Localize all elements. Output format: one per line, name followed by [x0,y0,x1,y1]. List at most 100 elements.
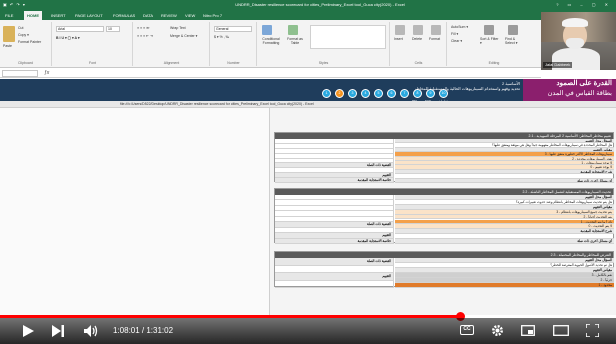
font-name-combo[interactable]: Arial [56,26,104,32]
alignment-buttons[interactable]: ≡ ≡ ≡ ≫ [137,26,150,30]
group-label-styles: Styles [318,61,329,65]
delete-cells-icon[interactable] [413,25,423,35]
format-button[interactable]: Format [429,37,440,41]
find-select-button[interactable]: Find & Select ▾ [505,37,525,45]
delete-button[interactable]: Delete [412,37,422,41]
tab-page-layout[interactable]: PAGE LAYOUT [72,11,106,20]
merge-center-button[interactable]: Merge & Center ▾ [170,34,197,38]
tab-formulas[interactable]: FORMULAS [110,11,138,20]
sort-filter-icon[interactable] [484,25,494,35]
card-left-row[interactable] [275,265,394,273]
quick-access-toolbar[interactable]: ▣ ↶ ↷ ▾ [3,0,26,10]
alignment-group: ≡ ≡ ≡ ≫ Wrap Text ≡ ≡ ≡ ⇤ ⇥ Merge & Cent… [134,22,210,66]
next-icon[interactable] [52,325,64,337]
editing-group: AutoSum ▾ Fill ▾ Clear ▾ Sort & Filter ▾… [448,22,540,66]
video-controls: 1:08:01 / 1:31:02 CC [0,318,616,344]
format-as-table-icon[interactable] [288,25,298,35]
card-right-row[interactable]: أي مسائل أخرى ذات صلة [395,239,614,244]
number-format-buttons[interactable]: $ ▾ % , ‰ [214,35,229,39]
fill-button[interactable]: Fill ▾ [451,32,458,36]
question-card: تحديث السيناريوهات المستقبلية لتشمل المخ… [274,188,614,244]
copy-button[interactable]: Copy ▾ [18,33,29,37]
essential-description: الأساسية 2 تحديد وفهم واستخدام السيناريو… [370,81,520,91]
clipboard-group: Paste Cut Copy ▾ Format Painter Clipboar… [0,22,52,66]
play-icon[interactable] [22,325,34,337]
question-card: التعرض للمخاطر والمخاطر المحتملة - 2.3 ال… [274,251,614,288]
window-title: UNDRR_Disaster resilience scorecard for … [235,2,405,7]
name-box[interactable] [2,70,38,77]
align-buttons-row2[interactable]: ≡ ≡ ≡ ⇤ ⇥ [137,34,153,38]
presenter-beard [566,38,584,49]
insert-button[interactable]: Insert [394,37,403,41]
webcam-overlay: Jalal Dabbeek [541,12,616,70]
window-controls[interactable]: ? ▭ – ▢ ✕ [556,0,612,10]
conditional-formatting-button[interactable]: Conditional Formatting [259,37,283,45]
group-label-editing: Editing [488,61,500,65]
insert-cells-icon[interactable] [395,25,405,35]
worksheet-area[interactable]: تقييم مخاطر المخاطر: الأساسية 2 المرحلة … [0,108,616,315]
group-label-cells: Cells [414,61,423,65]
captions-button[interactable]: CC [460,325,474,335]
cut-button[interactable]: Cut [18,26,23,30]
theater-mode-icon[interactable] [553,325,569,336]
format-cells-icon[interactable] [431,25,441,35]
font-group: Arial 10 B I U ▾ ▢ ▾ A ▾ Font [53,22,133,66]
volume-icon[interactable] [84,325,98,337]
time-display: 1:08:01 / 1:31:02 [113,326,174,335]
conditional-formatting-icon[interactable] [262,25,272,35]
tab-insert[interactable]: INSERT [48,11,69,20]
group-label-alignment: Alignment [163,61,180,65]
hyperlink-path: file:///c:/Users/D522/Desktop/UNDRR_Disa… [120,102,314,106]
group-label-clipboard: Clipboard [18,61,33,65]
miniplayer-icon[interactable] [521,325,535,336]
settings-gear-icon[interactable] [491,324,504,337]
card-left-row[interactable]: القضية ذات الصلة [275,258,394,266]
tab-nitro[interactable]: Nitro Pro 7 [200,11,225,20]
font-format-buttons[interactable]: B I U ▾ ▢ ▾ A ▾ [56,36,80,40]
sort-filter-button[interactable]: Sort & Filter ▾ [480,37,500,45]
paste-button[interactable]: Paste [3,44,12,48]
group-label-number: Number [227,61,240,65]
ribbon: Paste Cut Copy ▾ Format Painter Clipboar… [0,20,616,68]
question-card: تقييم مخاطر المخاطر: الأساسية 2 المرحلة … [274,132,614,183]
left-blank-pane[interactable] [0,108,270,315]
group-label-font: Font [88,61,96,65]
hyperlink-tooltip-bar: file:///c:/Users/D522/Desktop/UNDRR_Disa… [0,101,616,108]
formula-bar: ƒx [0,69,541,78]
find-select-icon[interactable] [508,25,518,35]
card-left-row[interactable] [275,280,394,288]
step-dot-1[interactable]: 1 [322,89,331,98]
autosum-button[interactable]: AutoSum ▾ [451,25,468,29]
excel-title-bar: ▣ ↶ ↷ ▾ UNDRR_Disaster resilience scorec… [0,0,616,10]
step-dot-4[interactable]: 4 [361,89,370,98]
dashboard-banner: 12345678PSI9SCS10تعليمات الأساسية 2 تحدي… [0,79,616,103]
format-as-table-button[interactable]: Format as Table [285,37,305,45]
tab-home[interactable]: HOME [24,11,42,20]
font-size-combo[interactable]: 10 [106,26,120,32]
card-left-row[interactable]: خلاصة الاستجابة المقدمة [275,178,394,183]
fullscreen-icon[interactable] [586,324,599,337]
cells-group: Insert Delete Format Cells [391,22,447,66]
scorecard-subtitle: بطاقة القياس في المدن [547,90,612,97]
format-painter-button[interactable]: Format Painter [18,40,41,44]
presenter-cap [562,18,588,27]
screen: ▣ ↶ ↷ ▾ UNDRR_Disaster resilience scorec… [0,0,616,344]
tab-file[interactable]: FILE [2,11,17,20]
card-left-row[interactable]: التقييم [275,273,394,281]
essential-title: تحديد وفهم واستخدام السيناريوهات الحالية… [414,86,520,91]
clear-button[interactable]: Clear ▾ [451,39,462,43]
ribbon-tabs: FILE HOME INSERT PAGE LAYOUT FORMULAS DA… [0,10,616,20]
card-right-row[interactable]: أي مسائل أخرى ذات صلة [395,178,614,183]
step-dot-2[interactable]: 2 [335,89,344,98]
step-dot-3[interactable]: 3 [348,89,357,98]
number-format-combo[interactable]: General [214,26,252,32]
tab-review[interactable]: REVIEW [158,11,180,20]
tab-view[interactable]: VIEW [182,11,198,20]
wrap-text-button[interactable]: Wrap Text [170,26,186,30]
card-right-row[interactable]: 1 - محدود [395,283,614,288]
tab-data[interactable]: DATA [140,11,156,20]
fx-icon[interactable]: ƒx [44,69,49,78]
cell-styles-gallery[interactable] [310,25,386,49]
card-left-row[interactable]: خلاصة الاستجابة المقدمة [275,238,394,244]
paste-icon[interactable] [3,26,15,42]
